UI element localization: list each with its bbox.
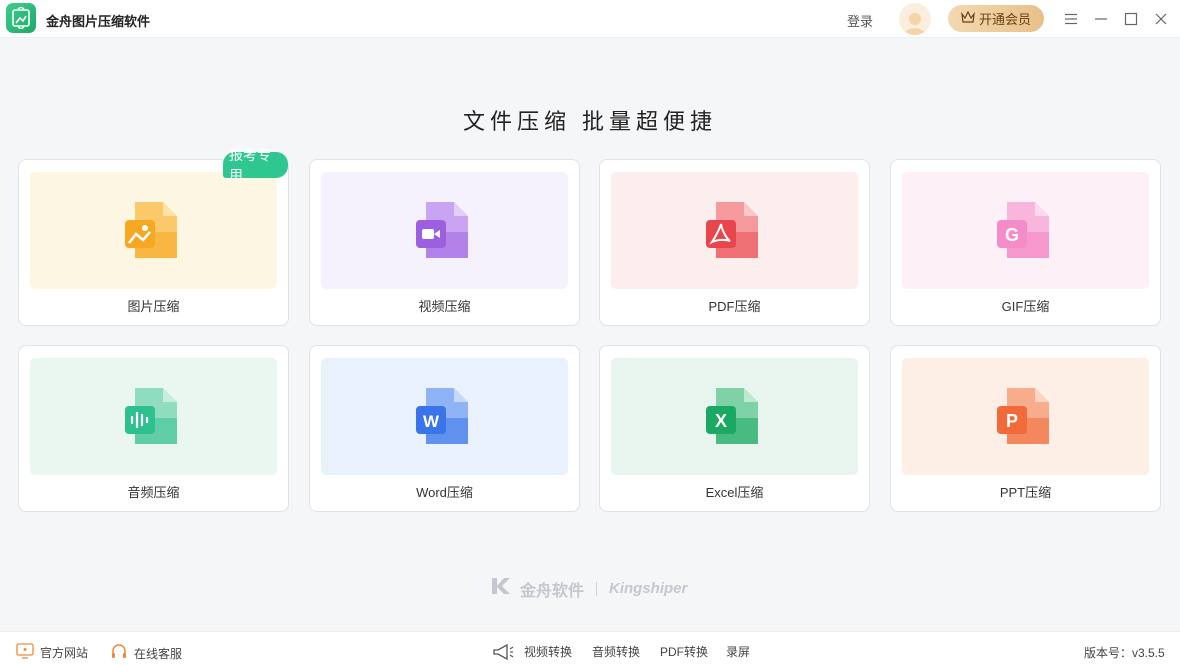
svg-text:X: X (714, 411, 726, 431)
card-pdf-area (611, 172, 858, 289)
svg-text:W: W (422, 412, 439, 431)
word-file-icon: W (415, 387, 468, 444)
exam-badge: 报考专用 (223, 147, 288, 183)
card-pdf-compress[interactable]: PDF压缩 (599, 159, 870, 326)
app-logo-icon (6, 3, 36, 33)
headset-icon (110, 643, 128, 664)
card-ppt-compress[interactable]: P PPT压缩 (890, 345, 1161, 512)
page-headline: 文件压缩 批量超便捷 (462, 109, 718, 134)
card-label: Word压缩 (416, 485, 473, 500)
open-vip-label: 开通会员 (978, 12, 1031, 27)
card-label: PPT压缩 (999, 485, 1052, 500)
monitor-icon (16, 643, 34, 662)
card-excel-area: X (611, 358, 858, 475)
card-gif-compress[interactable]: G GIF压缩 (890, 159, 1161, 326)
brand-name-en: Kingshiper (609, 580, 688, 597)
excel-file-icon: X (705, 387, 758, 444)
online-service-label: 在线客服 (134, 647, 183, 661)
login-link[interactable]: 登录 (847, 11, 873, 30)
official-site-link[interactable]: 官方网站 (16, 643, 88, 662)
card-audio-compress[interactable]: 音频压缩 (18, 345, 289, 512)
card-ppt-area: P (902, 358, 1149, 475)
brand-watermark: 金舟软件 Kingshiper (490, 576, 687, 601)
pdf-file-icon (705, 201, 758, 258)
card-label: 图片压缩 (127, 299, 180, 314)
ppt-file-icon: P (996, 387, 1049, 444)
card-excel-compress[interactable]: X Excel压缩 (599, 345, 870, 512)
card-word-area: W (321, 358, 568, 475)
kingshiper-logo-icon (490, 576, 512, 601)
card-word-compress[interactable]: W Word压缩 (309, 345, 580, 512)
maximize-icon[interactable] (1121, 9, 1141, 29)
card-image-area (30, 172, 277, 289)
card-label: Excel压缩 (705, 485, 764, 500)
crown-icon (961, 10, 975, 26)
status-bar: 官方网站 在线客服 视频转换 音频转换 PDF转换 录屏 版本号：v3.5.5 (0, 631, 1180, 665)
card-label: 视频压缩 (418, 299, 471, 314)
version-label: 版本号：v3.5.5 (1084, 646, 1165, 660)
video-file-icon (415, 201, 468, 258)
app-title: 金舟图片压缩软件 (46, 14, 151, 29)
pdf-convert-link[interactable]: PDF转换 (660, 643, 708, 660)
svg-text:G: G (1004, 225, 1018, 245)
brand-divider (596, 581, 598, 596)
card-video-area (321, 172, 568, 289)
screen-record-link[interactable]: 录屏 (726, 643, 750, 660)
card-label: 音频压缩 (127, 485, 180, 500)
close-icon[interactable] (1151, 9, 1171, 29)
card-video-compress[interactable]: 视频压缩 (309, 159, 580, 326)
menu-icon[interactable] (1061, 9, 1081, 29)
minimize-icon[interactable] (1091, 9, 1111, 29)
svg-text:P: P (1005, 411, 1017, 431)
official-site-label: 官方网站 (40, 646, 89, 660)
card-audio-area (30, 358, 277, 475)
brand-name-cn: 金舟软件 (520, 582, 585, 600)
video-convert-link[interactable]: 视频转换 (524, 643, 572, 660)
title-bar: 金舟图片压缩软件 登录 开通会员 (0, 0, 1180, 38)
gif-file-icon: G (996, 201, 1049, 258)
audio-convert-link[interactable]: 音频转换 (592, 643, 640, 660)
card-gif-area: G (902, 172, 1149, 289)
card-label: PDF压缩 (708, 299, 761, 314)
card-image-compress[interactable]: 图片压缩 报考专用 (18, 147, 289, 326)
audio-file-icon (124, 387, 177, 444)
online-service-link[interactable]: 在线客服 (110, 643, 182, 664)
megaphone-icon (492, 643, 514, 661)
image-file-icon (124, 201, 177, 258)
open-vip-button[interactable]: 开通会员 (948, 5, 1044, 32)
card-label: GIF压缩 (1001, 299, 1050, 314)
avatar[interactable] (899, 3, 931, 35)
